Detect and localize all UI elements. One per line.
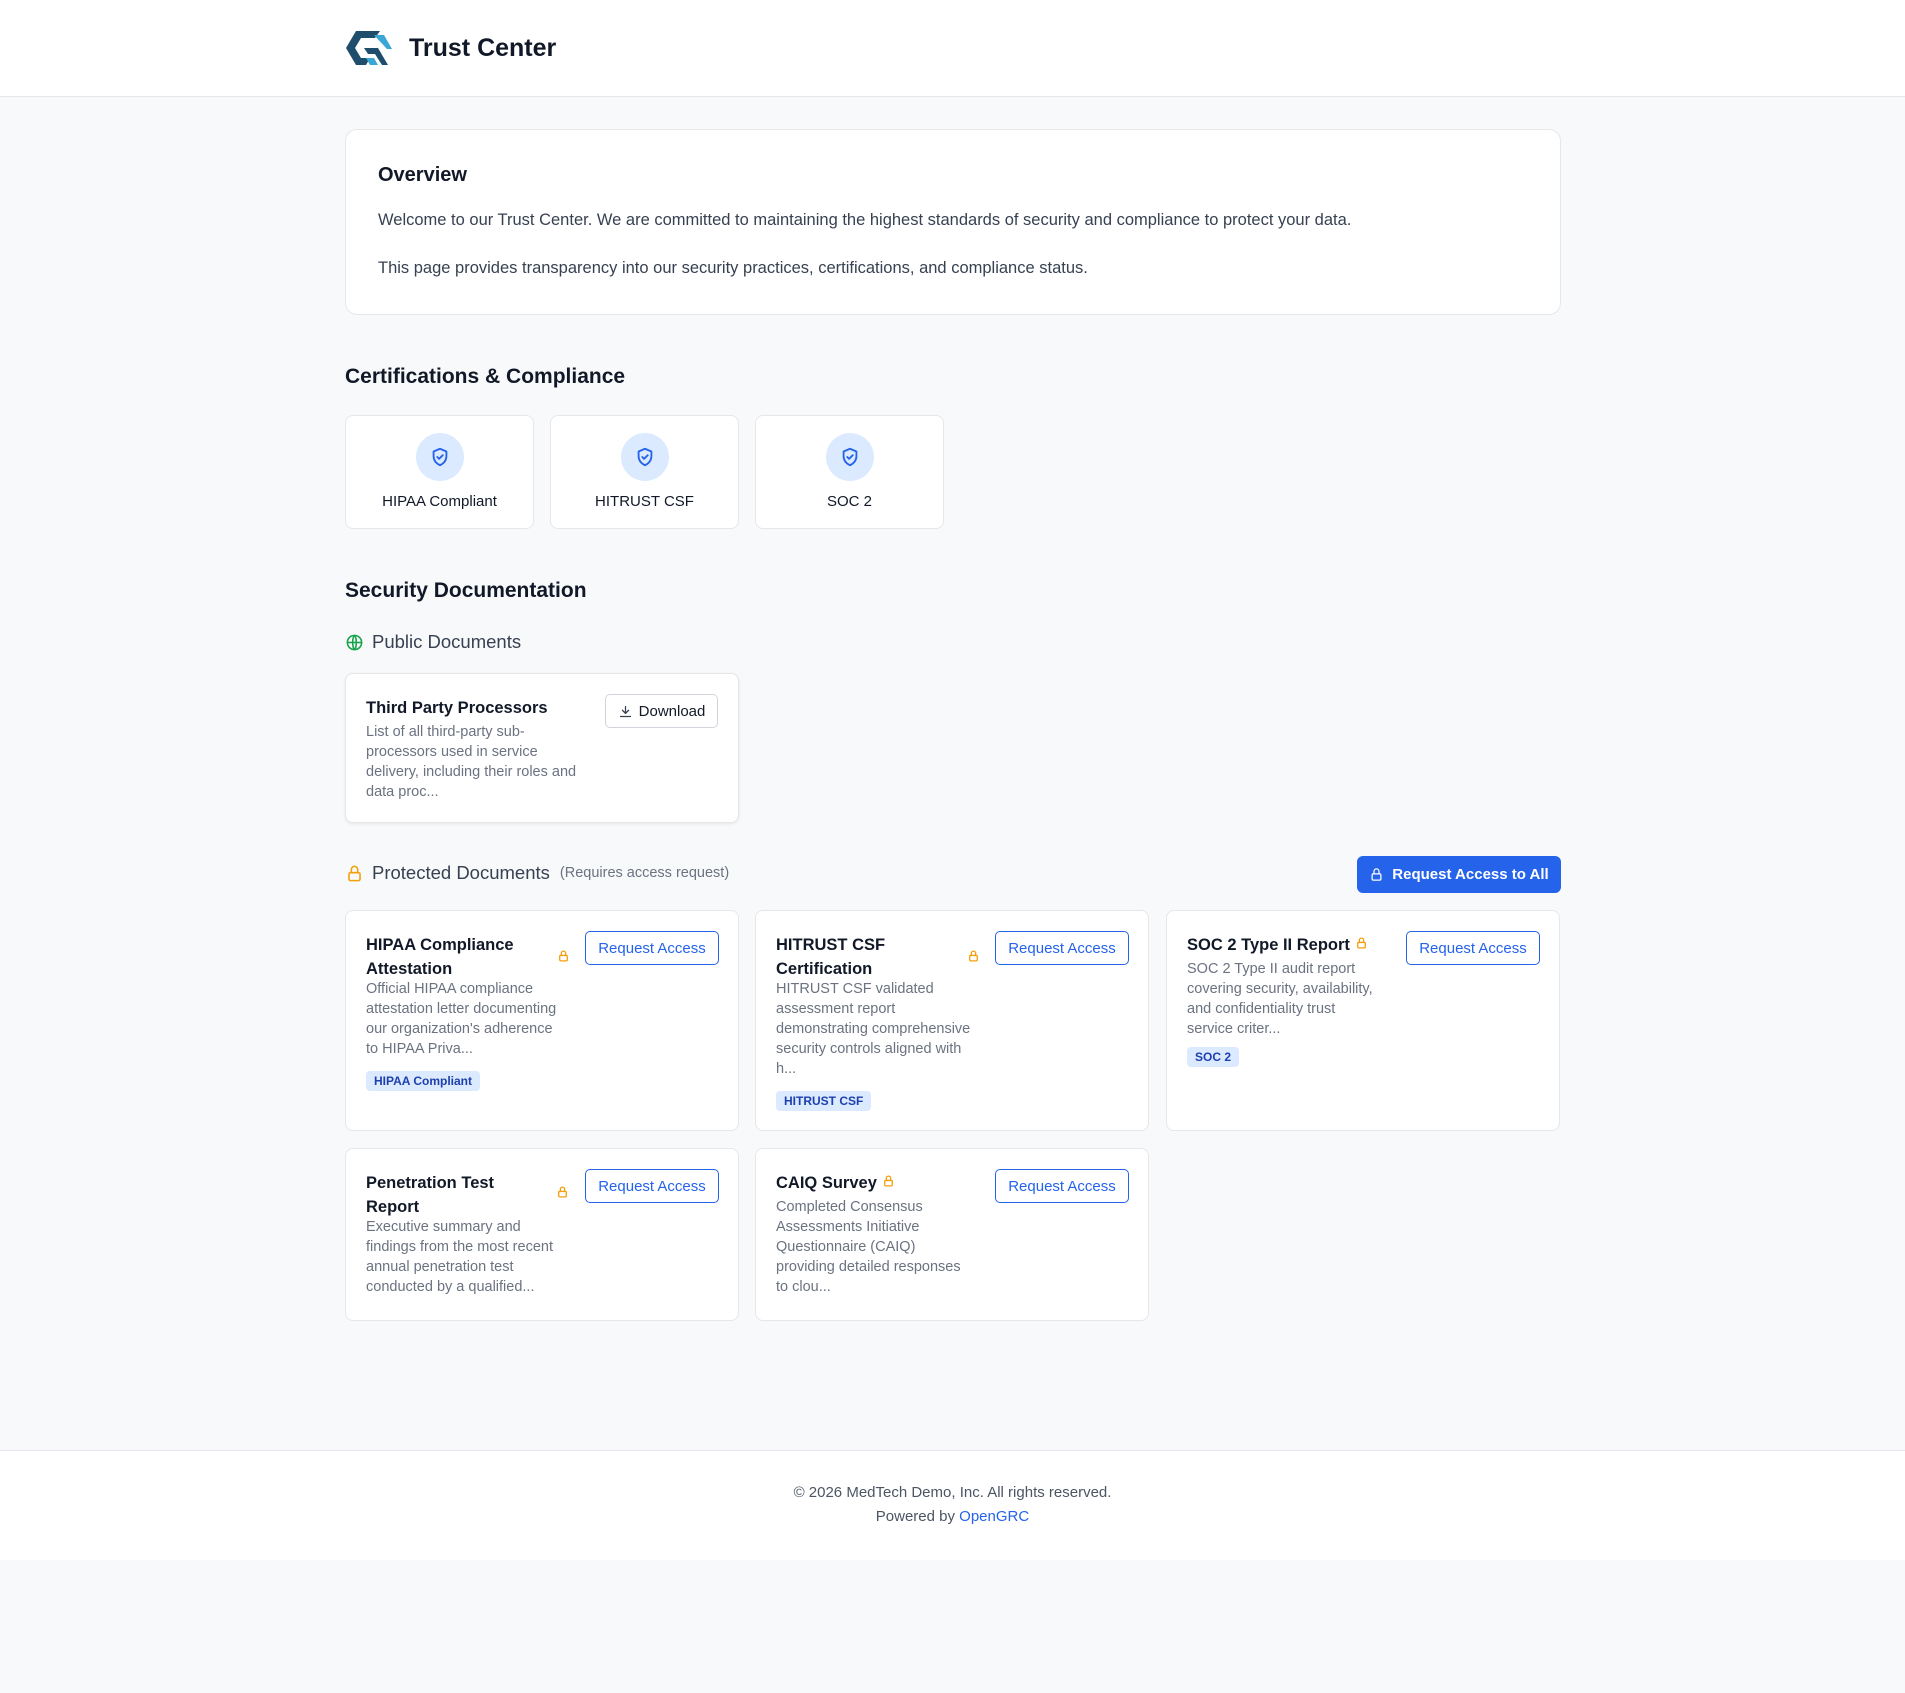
framework-tag: HIPAA Compliant (366, 1071, 480, 1091)
protected-doc-card: SOC 2 Type II Report Request Access SOC … (1166, 910, 1560, 1131)
overview-card: Overview Welcome to our Trust Center. We… (345, 129, 1561, 315)
download-button[interactable]: Download (605, 694, 718, 728)
lock-icon (1371, 868, 1382, 881)
request-access-button[interactable]: Request Access (585, 1169, 719, 1203)
security-docs-heading: Security Documentation (345, 579, 587, 602)
cert-label: SOC 2 (826, 493, 872, 510)
certifications-heading: Certifications & Compliance (345, 365, 626, 388)
lock-icon (884, 1175, 893, 1187)
framework-tag: SOC 2 (1187, 1047, 1240, 1067)
cert-badge (826, 433, 874, 481)
doc-description: List of all third-party sub- processors … (366, 724, 577, 800)
protected-doc-card: HIPAA Compliance Attestation Request Acc… (345, 910, 739, 1131)
doc-title: SOC 2 Type II Report (1187, 936, 1350, 954)
shield-check-icon (842, 447, 858, 467)
overview-paragraph-1: Welcome to our Trust Center. We are comm… (378, 211, 1352, 229)
cert-badge (416, 433, 464, 481)
doc-title: CAIQ Survey (776, 1174, 877, 1192)
doc-description: SOC 2 Type II audit report covering secu… (1187, 961, 1373, 1037)
download-icon (619, 705, 631, 717)
app-title: Trust Center (409, 34, 557, 62)
copyright-text: © 2026 MedTech Demo, Inc. All rights res… (793, 1484, 1112, 1501)
overview-paragraph-2: This page provides transparency into our… (378, 259, 1088, 277)
lock-icon (558, 1186, 567, 1198)
shield-check-icon (637, 447, 653, 467)
public-doc-card: Third Party Processors List of all third… (345, 673, 739, 823)
cert-card-hitrust: HITRUST CSF (550, 415, 739, 529)
logo-icon[interactable] (344, 27, 394, 69)
request-access-button[interactable]: Request Access (585, 931, 719, 965)
doc-title: Third Party Processors (366, 699, 548, 717)
footer: © 2026 MedTech Demo, Inc. All rights res… (0, 1450, 1905, 1560)
lock-icon (1357, 937, 1366, 949)
doc-description: HITRUST CSF validated assessment report … (776, 981, 971, 1077)
request-access-all-button[interactable]: Request Access to All (1357, 856, 1561, 893)
shield-check-icon (432, 447, 448, 467)
lock-icon (559, 950, 568, 962)
request-access-button[interactable]: Request Access (1406, 931, 1540, 965)
public-docs-label: Public Documents (372, 631, 522, 652)
request-access-button[interactable]: Request Access (995, 1169, 1129, 1203)
opengrc-link[interactable]: OpenGRC (959, 1508, 1029, 1525)
powered-by: Powered by OpenGRC (875, 1508, 1030, 1525)
protected-docs-heading: Protected Documents (Requires access req… (345, 862, 729, 884)
protected-doc-card: CAIQ Survey Request Access Completed Con… (755, 1148, 1149, 1321)
cert-label: HIPAA Compliant (382, 493, 497, 510)
doc-title: HIPAA Compliance Attestation (366, 936, 514, 978)
request-access-button[interactable]: Request Access (995, 931, 1129, 965)
protected-doc-card: Penetration Test Report Request Access E… (345, 1148, 739, 1321)
lock-icon (348, 865, 361, 881)
cert-card-hipaa: HIPAA Compliant (345, 415, 534, 529)
doc-description: Completed Consensus Assessments Initiati… (776, 1199, 961, 1295)
framework-tag: HITRUST CSF (776, 1091, 872, 1111)
cert-badge (621, 433, 669, 481)
doc-title: Penetration Test Report (366, 1174, 495, 1216)
doc-title: HITRUST CSF Certification (776, 936, 886, 978)
protected-doc-card: HITRUST CSF Certification Request Access… (755, 910, 1149, 1131)
public-docs-heading: Public Documents (345, 631, 521, 653)
globe-icon (346, 634, 363, 650)
protected-docs-label: Protected Documents (372, 862, 550, 883)
doc-description: Official HIPAA compliance attestation le… (366, 981, 557, 1057)
protected-docs-hint: (Requires access request) (559, 865, 730, 881)
lock-icon (969, 950, 978, 962)
cert-card-soc2: SOC 2 (755, 415, 944, 529)
overview-heading: Overview (378, 164, 467, 186)
doc-description: Executive summary and findings from the … (366, 1219, 553, 1295)
header: Trust Center (0, 0, 1905, 97)
cert-label: HITRUST CSF (595, 493, 694, 510)
